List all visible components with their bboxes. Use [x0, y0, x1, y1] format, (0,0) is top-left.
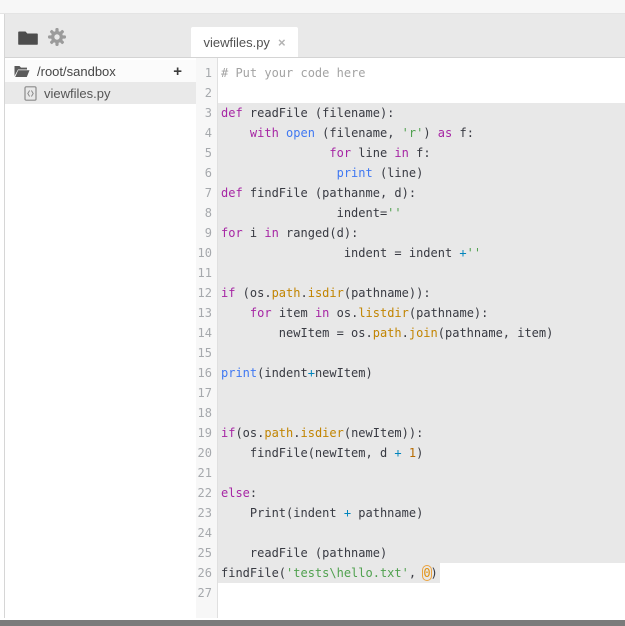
code-line-22[interactable]: else:: [218, 483, 625, 503]
tab-viewfiles[interactable]: viewfiles.py ×: [191, 27, 298, 57]
code-line-16[interactable]: print(indent+newItem): [218, 363, 625, 383]
line-number[interactable]: 11: [196, 263, 217, 283]
line-number[interactable]: 8: [196, 203, 217, 223]
line-number[interactable]: 7: [196, 183, 217, 203]
code-line-24[interactable]: [218, 523, 625, 543]
ide-window: viewfiles.py × /root/sandbox + viewfiles…: [0, 0, 625, 626]
bottom-bar: [0, 620, 625, 626]
top-strip: [0, 0, 625, 14]
line-number[interactable]: 19: [196, 423, 217, 443]
line-number[interactable]: 25: [196, 543, 217, 563]
settings-button[interactable]: [46, 26, 68, 48]
line-number[interactable]: 4: [196, 123, 217, 143]
tab-label: viewfiles.py: [203, 34, 270, 50]
tree-root-folder[interactable]: /root/sandbox +: [5, 60, 196, 82]
line-number[interactable]: 10: [196, 243, 217, 263]
code-line-20[interactable]: findFile(newItem, d + 1): [218, 443, 625, 463]
code-line-25[interactable]: readFile (pathname): [218, 543, 625, 563]
line-number[interactable]: 27: [196, 583, 217, 603]
code-line-21[interactable]: [218, 463, 625, 483]
code-line-1[interactable]: # Put your code here: [218, 63, 625, 83]
main-area: /root/sandbox + viewfiles.py 1 2 3 4 5 6 7 8 9 10…: [0, 58, 625, 618]
line-number[interactable]: 9: [196, 223, 217, 243]
code-line-4[interactable]: with open (filename, 'r') as f:: [218, 123, 625, 143]
code-line-8[interactable]: indent='': [218, 203, 625, 223]
line-number[interactable]: 18: [196, 403, 217, 423]
line-number[interactable]: 22: [196, 483, 217, 503]
code-line-10[interactable]: indent = indent +'': [218, 243, 625, 263]
code-line-17[interactable]: [218, 383, 625, 403]
line-number[interactable]: 20: [196, 443, 217, 463]
line-number[interactable]: 13: [196, 303, 217, 323]
line-number[interactable]: 23: [196, 503, 217, 523]
line-number-gutter[interactable]: 1 2 3 4 5 6 7 8 9 10 11 12 13 14 15 16 17 18 19 20 21 22 23 24 2…: [196, 58, 218, 618]
folder-icon: [18, 29, 38, 46]
code-line-23[interactable]: Print(indent + pathname): [218, 503, 625, 523]
gear-icon: [47, 27, 67, 47]
code-line-6[interactable]: print (line): [218, 163, 625, 183]
code-file-icon: [24, 85, 37, 101]
code-line-9[interactable]: for i in ranged(d):: [218, 223, 625, 243]
toolbar: [17, 26, 68, 48]
line-number[interactable]: 3: [196, 103, 217, 123]
code-line-12[interactable]: if (os.path.isdir(pathname)):: [218, 283, 625, 303]
code-line-14[interactable]: newItem = os.path.join(pathname, item): [218, 323, 625, 343]
line-number[interactable]: 16: [196, 363, 217, 383]
code-line-15[interactable]: [218, 343, 625, 363]
code-line-5[interactable]: for line in f:: [218, 143, 625, 163]
line-number[interactable]: 24: [196, 523, 217, 543]
code-line-13[interactable]: for item in os.listdir(pathname):: [218, 303, 625, 323]
line-number[interactable]: 21: [196, 463, 217, 483]
close-icon[interactable]: ×: [278, 36, 286, 49]
line-number[interactable]: 14: [196, 323, 217, 343]
file-tree: /root/sandbox + viewfiles.py: [4, 58, 196, 618]
folder-open-icon: [14, 65, 30, 78]
line-number[interactable]: 26: [196, 563, 217, 583]
code-editor[interactable]: # Put your code here def readFile (filena…: [218, 58, 625, 618]
line-number[interactable]: 15: [196, 343, 217, 363]
code-line-18[interactable]: [218, 403, 625, 423]
line-number[interactable]: 6: [196, 163, 217, 183]
line-number[interactable]: 2: [196, 83, 217, 103]
tree-root-label: /root/sandbox: [37, 63, 116, 79]
folder-button[interactable]: [17, 26, 39, 48]
line-number[interactable]: 17: [196, 383, 217, 403]
line-number[interactable]: 1: [196, 63, 217, 83]
tree-file-label: viewfiles.py: [44, 85, 111, 101]
code-line-19[interactable]: if(os.path.isdier(newItem)):: [218, 423, 625, 443]
code-line-2[interactable]: [218, 83, 625, 103]
code-line-26[interactable]: findFile('tests\hello.txt', 0): [218, 563, 440, 583]
code-line-3[interactable]: def readFile (filename):: [218, 103, 625, 123]
tree-item-viewfiles[interactable]: viewfiles.py: [5, 82, 196, 104]
header-bar: viewfiles.py ×: [4, 14, 625, 58]
code-line-7[interactable]: def findFile (pathanme, d):: [218, 183, 625, 203]
code-line-27[interactable]: [218, 583, 625, 603]
code-line-11[interactable]: [218, 263, 625, 283]
line-number[interactable]: 5: [196, 143, 217, 163]
add-file-button[interactable]: +: [171, 63, 184, 80]
line-number[interactable]: 12: [196, 283, 217, 303]
